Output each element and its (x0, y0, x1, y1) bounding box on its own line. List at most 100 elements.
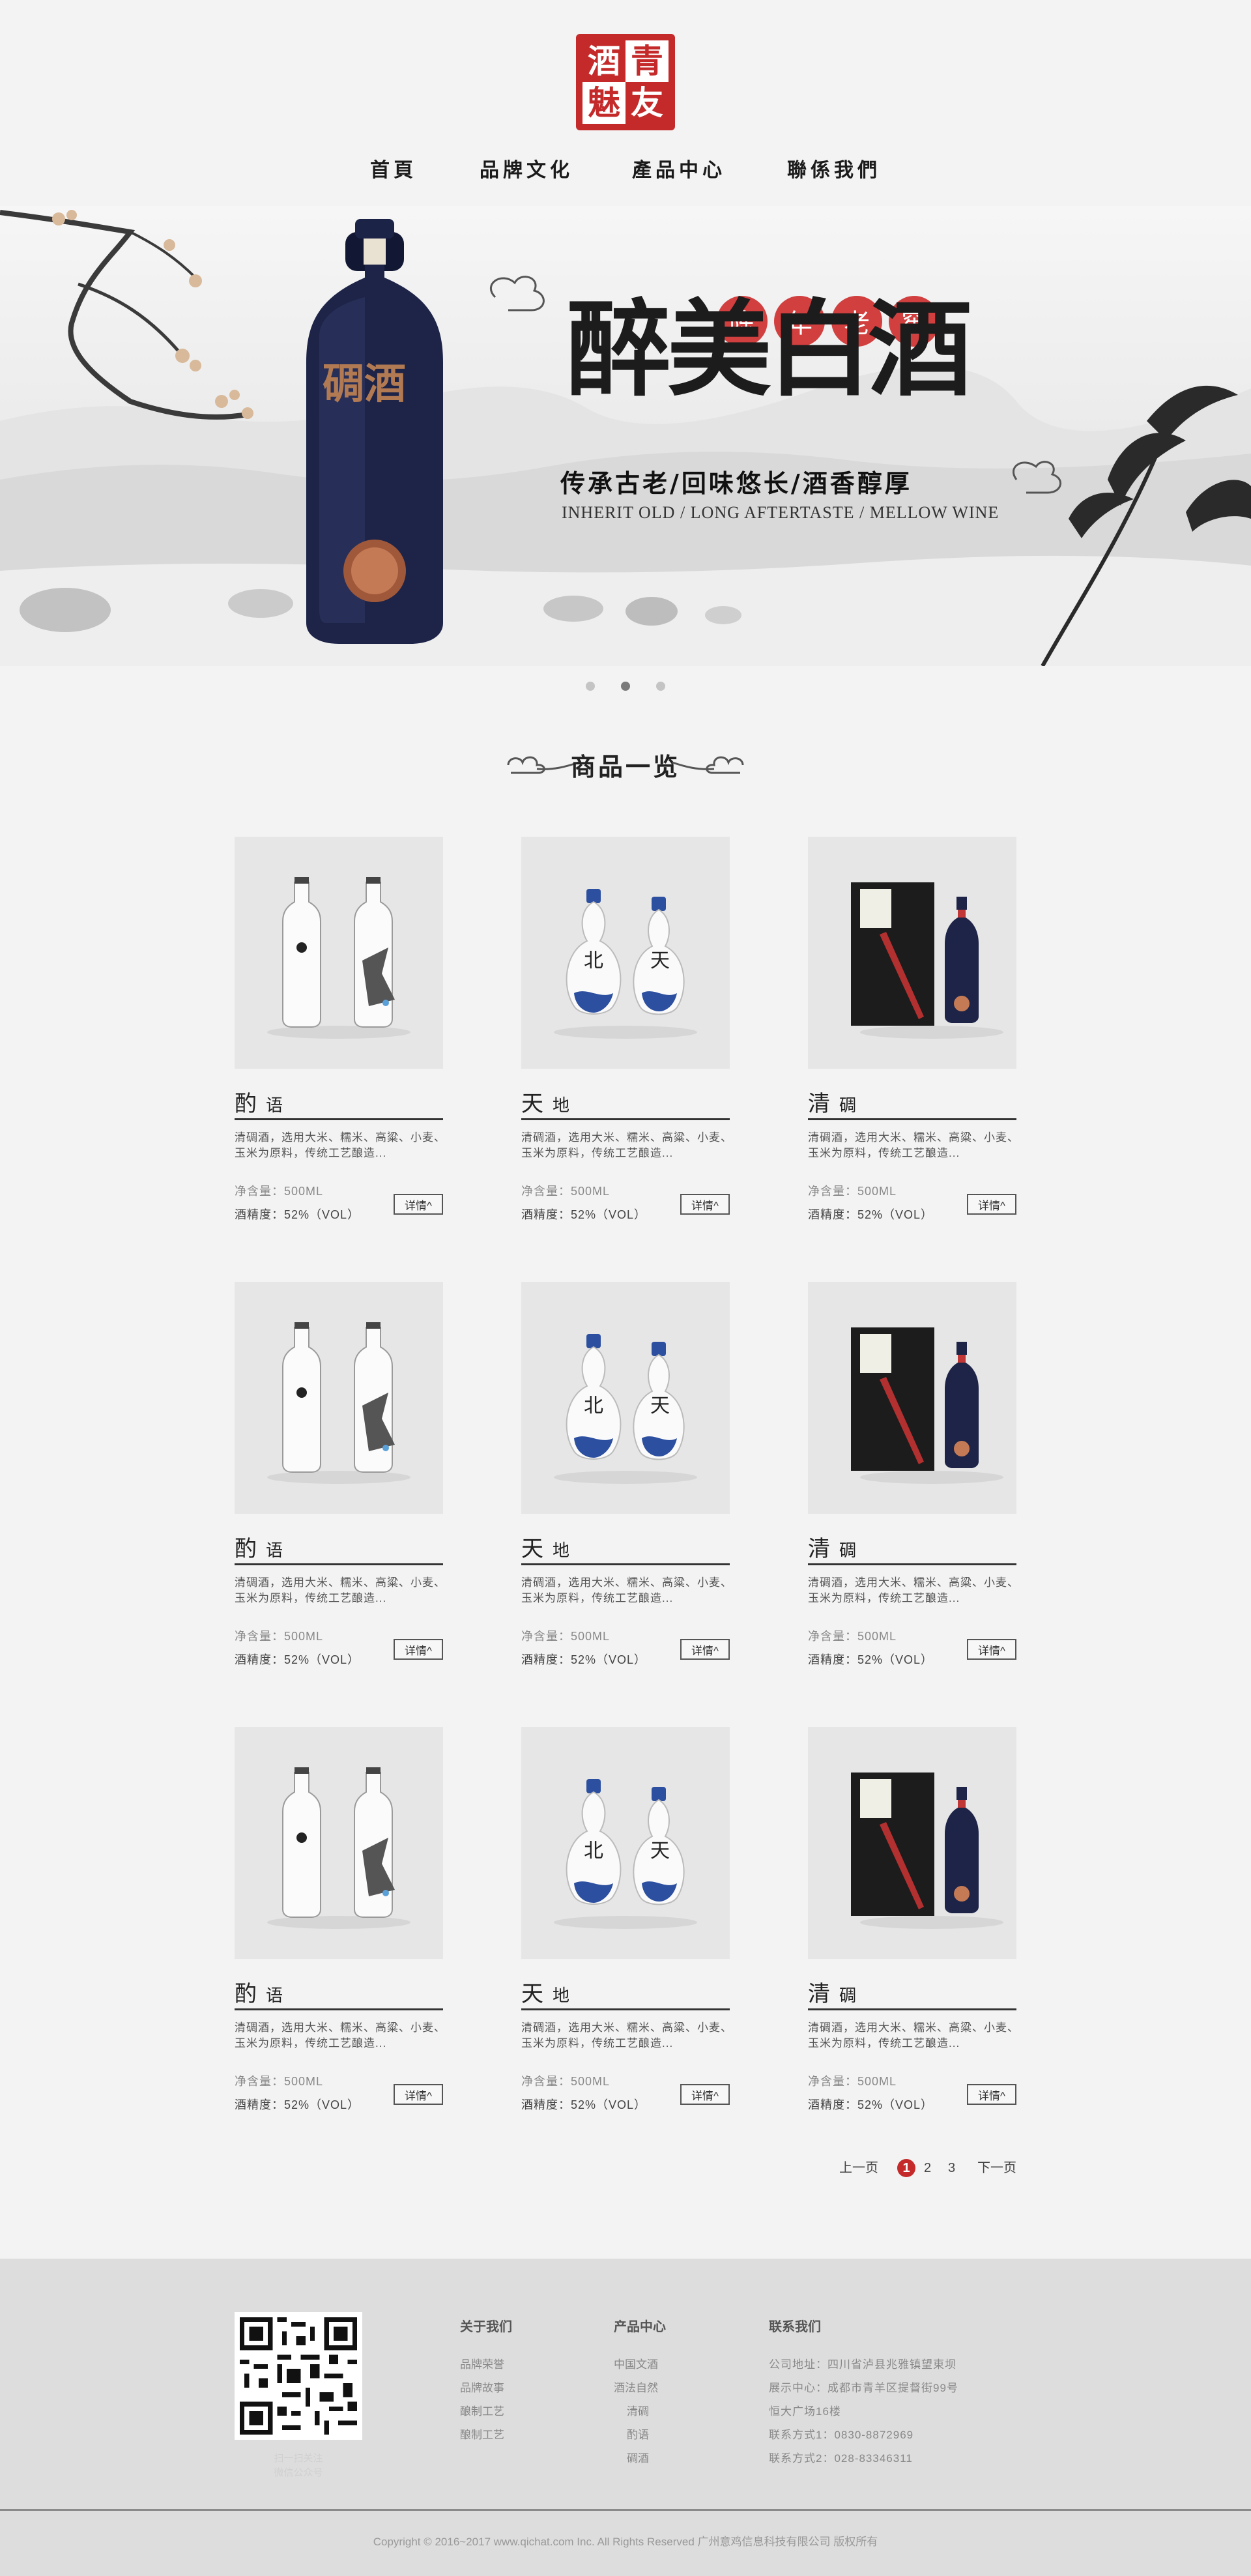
product-image[interactable]: 北天 (521, 837, 730, 1069)
product-name[interactable]: 清碉 (808, 1086, 856, 1117)
product-volume: 净含量：500ML (521, 1185, 611, 1198)
product-card: 清碉清碉酒，选用大米、糯米、高粱、小麦、玉米为原料，传统工艺酿造... 净含量：5… (808, 837, 1018, 1228)
product-abv: 酒精度：52%（VOL） (808, 2098, 934, 2111)
cloud-ornament-right-icon (672, 756, 744, 774)
footer-product-link[interactable]: 酒法自然 (614, 2379, 658, 2395)
product-volume: 净含量：500ML (235, 1185, 324, 1198)
nav-item-home[interactable]: 首頁 (370, 154, 417, 182)
nav-item-brand-culture[interactable]: 品牌文化 (480, 154, 573, 182)
product-description: 清碉酒，选用大米、糯米、高粱、小麦、玉米为原料，传统工艺酿造... (235, 1131, 446, 1159)
product-abv: 酒精度：52%（VOL） (235, 2098, 360, 2111)
product-name[interactable]: 酌语 (235, 1976, 283, 2007)
footer-divider (0, 2509, 1251, 2511)
qr-code-icon (240, 2317, 357, 2435)
slide-dot-active[interactable] (621, 682, 630, 691)
product-details-button[interactable]: 详情^ (680, 2084, 730, 2105)
product-divider (235, 1118, 443, 1120)
product-card: 清碉清碉酒，选用大米、糯米、高粱、小麦、玉米为原料，传统工艺酿造... 净含量：5… (808, 1727, 1018, 2118)
product-details-button[interactable]: 详情^ (680, 1194, 730, 1215)
product-volume: 净含量：500ML (808, 1185, 897, 1198)
product-name-sub: 语 (266, 1541, 283, 1561)
product-divider (235, 1563, 443, 1565)
page-number[interactable]: 3 (948, 2158, 955, 2178)
product-image[interactable] (235, 1727, 443, 1959)
qr-caption-line: 扫一扫关注 (274, 2453, 323, 2464)
product-name-sub: 地 (553, 1096, 570, 1116)
product-details-button[interactable]: 详情^ (967, 2084, 1016, 2105)
prev-page-link[interactable]: 上一页 (839, 2158, 878, 2178)
slide-dot[interactable] (586, 682, 595, 691)
product-name[interactable]: 天地 (521, 1976, 569, 2007)
section-title: 商品一览 (570, 752, 680, 781)
product-image[interactable]: 北天 (521, 1727, 730, 1959)
footer-product-link[interactable]: 酌语 (627, 2425, 649, 2442)
product-name[interactable]: 酌语 (235, 1531, 283, 1562)
product-name-sub: 碉 (839, 1096, 857, 1116)
hero-banner[interactable]: 碉酒 陈 年 老 窖 醉美白酒 传承古老/回味悠长/酒香醇厚 INHERIT O… (0, 206, 1251, 666)
product-details-button[interactable]: 详情^ (394, 1639, 443, 1660)
product-image[interactable] (235, 837, 443, 1069)
nav-item-contact[interactable]: 聯係我們 (787, 154, 881, 182)
product-divider (521, 1118, 730, 1120)
product-divider (521, 1563, 730, 1565)
logo-char: 青 (626, 40, 669, 82)
product-details-button[interactable]: 详情^ (967, 1639, 1016, 1660)
product-image[interactable]: 北天 (521, 1282, 730, 1514)
product-details-button[interactable]: 详情^ (680, 1639, 730, 1660)
footer-product-link[interactable]: 中国文酒 (614, 2355, 658, 2371)
banner-subtitle: INHERIT OLD / LONG AFTERTASTE / MELLOW W… (562, 503, 999, 522)
footer-products-title: 产品中心 (614, 2320, 666, 2334)
page-number-current[interactable]: 1 (897, 2159, 915, 2177)
product-volume: 净含量：500ML (808, 2075, 897, 2088)
product-name-sub: 碉 (839, 1541, 857, 1561)
product-description: 清碉酒，选用大米、糯米、高粱、小麦、玉米为原料，传统工艺酿造... (808, 2021, 1019, 2049)
product-card: 北天天地清碉酒，选用大米、糯米、高粱、小麦、玉米为原料，传统工艺酿造... 净含量… (521, 1282, 732, 1673)
product-name-main: 清 (808, 1981, 830, 2007)
footer-product-link[interactable]: 碉酒 (627, 2449, 649, 2465)
slide-dot[interactable] (656, 682, 665, 691)
product-name[interactable]: 天地 (521, 1086, 569, 1117)
footer-contact-line: 联系方式1：0830-8872969 (769, 2429, 914, 2441)
product-description: 清碉酒，选用大米、糯米、高粱、小麦、玉米为原料，传统工艺酿造... (521, 2021, 732, 2049)
product-name[interactable]: 清碉 (808, 1531, 856, 1562)
product-name-main: 清 (808, 1536, 830, 1562)
product-details-button[interactable]: 详情^ (967, 1194, 1016, 1215)
product-image[interactable] (808, 1727, 1016, 1959)
brand-logo-seal[interactable]: 酒 青 魅 友 (576, 34, 675, 130)
product-image[interactable] (808, 1282, 1016, 1514)
product-image[interactable] (808, 837, 1016, 1069)
footer-about-link[interactable]: 品牌故事 (460, 2379, 504, 2395)
product-details-button[interactable]: 详情^ (394, 1194, 443, 1215)
product-description: 清碉酒，选用大米、糯米、高粱、小麦、玉米为原料，传统工艺酿造... (808, 1131, 1019, 1159)
svg-text:天: 天 (650, 1840, 670, 1862)
product-abv: 酒精度：52%（VOL） (235, 1653, 360, 1666)
svg-text:天: 天 (650, 949, 670, 972)
site-header: 酒 青 魅 友 首頁 品牌文化 產品中心 聯係我們 (0, 0, 1251, 206)
footer-about-link[interactable]: 品牌荣誉 (460, 2355, 504, 2371)
footer-product-link[interactable]: 清碉 (627, 2402, 649, 2418)
product-abv: 酒精度：52%（VOL） (521, 1208, 647, 1221)
product-name-main: 天 (521, 1536, 543, 1562)
next-page-link[interactable]: 下一页 (977, 2158, 1016, 2178)
product-description: 清碉酒，选用大米、糯米、高粱、小麦、玉米为原料，传统工艺酿造... (521, 1576, 732, 1604)
product-abv: 酒精度：52%（VOL） (235, 1208, 360, 1221)
product-name[interactable]: 酌语 (235, 1086, 283, 1117)
banner-tagline: 传承古老/回味悠长/酒香醇厚 (560, 469, 912, 498)
product-name[interactable]: 天地 (521, 1531, 569, 1562)
product-name-main: 酌 (235, 1536, 257, 1562)
product-card: 酌语清碉酒，选用大米、糯米、高粱、小麦、玉米为原料，传统工艺酿造... 净含量：5… (235, 837, 445, 1228)
footer-about-link[interactable]: 酿制工艺 (460, 2425, 504, 2442)
product-abv: 酒精度：52%（VOL） (521, 1653, 647, 1666)
nav-item-product-center[interactable]: 產品中心 (632, 154, 726, 182)
product-card: 酌语清碉酒，选用大米、糯米、高粱、小麦、玉米为原料，传统工艺酿造... 净含量：5… (235, 1282, 445, 1673)
footer-about-link[interactable]: 酿制工艺 (460, 2402, 504, 2418)
product-details-button[interactable]: 详情^ (394, 2084, 443, 2105)
footer-contact-line: 展示中心：成都市青羊区提督街99号 (769, 2382, 958, 2394)
product-volume: 净含量：500ML (808, 1630, 897, 1643)
logo-char: 魅 (582, 82, 626, 124)
product-name[interactable]: 清碉 (808, 1976, 856, 2007)
product-image[interactable] (235, 1282, 443, 1514)
copyright-text: Copyright © 2016~2017 www.qichat.com Inc… (373, 2536, 878, 2548)
product-name-main: 酌 (235, 1091, 257, 1117)
page-number[interactable]: 2 (924, 2158, 931, 2178)
